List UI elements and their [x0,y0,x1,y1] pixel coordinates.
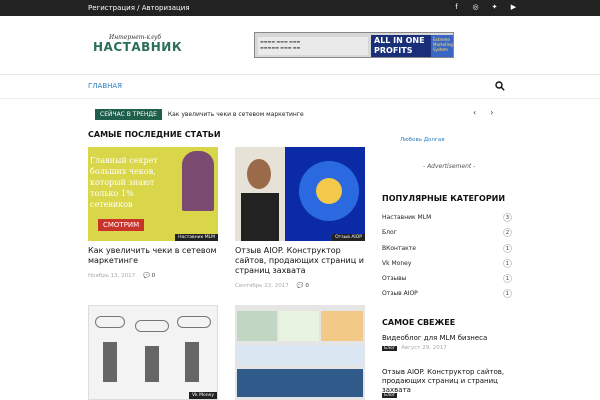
author-link[interactable]: Любовь Долгая [400,137,445,143]
divider [0,98,600,99]
chevron-left-icon[interactable]: ‹ [473,108,476,117]
screenshot-grid [237,311,363,397]
banner-title: ALL IN ONE PROFITS [371,35,431,57]
facebook-icon[interactable]: f [452,3,461,12]
category-badge[interactable]: Блог [382,393,398,398]
social-icons: f ◎ ✦ ▶ [452,3,518,12]
category-badge[interactable]: Отзыв AIOP [332,234,365,241]
trending-bar: СЕЙЧАС В ТРЕНДЕ Как увеличить чеки в сет… [95,109,304,120]
article-meta: Ноябрь 13, 2017 💬 0 [88,273,155,279]
article-date: Август 29, 2017 [401,345,447,351]
thumb-text: Главный секрет больших чеков, который зн… [90,156,158,209]
article-thumbnail[interactable]: Vk Money [88,305,218,400]
trending-tag: СЕЙЧАС В ТРЕНДЕ [95,109,162,120]
category-badge[interactable]: Блог [382,345,398,351]
category-item[interactable]: Отзывы 1 [382,272,512,285]
trending-title[interactable]: Как увеличить чеки в сетевом маркетинге [168,111,304,118]
top-bar: Регистрация / Авторизация f ◎ ✦ ▶ [0,0,600,16]
category-label: Наставник MLM [382,214,432,221]
instagram-icon[interactable]: ◎ [471,3,480,12]
chevron-right-icon[interactable]: › [490,108,493,117]
category-badge[interactable]: Наставник MLM [175,234,218,241]
article-date: Сентябрь 22, 2017 [235,283,289,289]
category-item[interactable]: Блог 2 [382,226,512,239]
freshest-title: САМОЕ СВЕЖЕЕ [382,318,456,327]
banner-text-block: ▬▬▬▬ ▬▬▬ ▬▬▬ ▬▬▬▬▬ ▬▬▬ ▬▬ [258,37,368,55]
search-icon[interactable] [495,81,505,91]
comments-count[interactable]: 💬 0 [297,283,309,289]
nav-home[interactable]: ГЛАВНАЯ [88,82,122,90]
category-label: Отзыв AIOP [382,290,418,297]
article-meta: Сентябрь 22, 2017 💬 0 [235,283,309,289]
fresh-article-meta: Блог Август 29, 2017 [382,345,447,351]
person-image [182,151,214,211]
article-title[interactable]: Как увеличить чеки в сетевом маркетинге [88,246,218,266]
youtube-icon[interactable]: ▶ [509,3,518,12]
advertisement-label: - Advertisement - [423,163,476,170]
fresh-article-meta: Блог [382,393,401,398]
category-count: 1 [503,244,512,253]
logo-title: НАСТАВНИК [93,40,183,54]
category-item[interactable]: Отзыв AIOP 1 [382,287,512,300]
article-date: Ноябрь 13, 2017 [88,273,136,279]
category-item[interactable]: Vk Money 1 [382,257,512,270]
flower-image [299,161,359,221]
category-badge[interactable]: Vk Money [188,392,217,399]
banner-side: Extreme Marketing System [431,35,453,57]
header-ad-banner[interactable]: ▬▬▬▬ ▬▬▬ ▬▬▬ ▬▬▬▬▬ ▬▬▬ ▬▬ ALL IN ONE PROF… [254,32,454,58]
article-title[interactable]: Отзыв AIOP. Конструктор сайтов, продающи… [235,246,365,276]
divider [0,74,600,75]
category-label: Vk Money [382,260,412,267]
person-image [235,147,285,241]
category-item[interactable]: ВКонтакте 1 [382,242,512,255]
comments-count[interactable]: 💬 0 [143,273,155,279]
category-count: 2 [503,228,512,237]
category-item[interactable]: Наставник MLM 3 [382,211,512,224]
popular-categories-title: ПОПУЛЯРНЫЕ КАТЕГОРИИ [382,194,506,203]
category-count: 1 [503,289,512,298]
category-count: 1 [503,259,512,268]
thumb-button: СМОТРИМ [98,219,145,231]
category-label: ВКонтакте [382,245,416,252]
login-register-link[interactable]: Регистрация / Авторизация [88,4,190,12]
category-count: 3 [503,213,512,222]
twitter-icon[interactable]: ✦ [490,3,499,12]
article-thumbnail[interactable]: Отзыв AIOP [235,147,365,241]
category-count: 1 [503,274,512,283]
illustration [95,316,213,386]
latest-articles-title: САМЫЕ ПОСЛЕДНИЕ СТАТЬИ [88,130,221,139]
fresh-article-title[interactable]: Отзыв AIOP. Конструктор сайтов, продающи… [382,368,517,395]
article-thumbnail[interactable] [235,305,365,400]
trending-nav: ‹ › [473,108,493,117]
category-label: Отзывы [382,275,407,282]
article-thumbnail[interactable]: Главный секрет больших чеков, который зн… [88,147,218,241]
site-logo[interactable]: Интернет-клуб НАСТАВНИК [93,34,183,58]
fresh-article-title[interactable]: Видеоблог для MLM бизнеса [382,334,517,343]
category-label: Блог [382,229,397,236]
